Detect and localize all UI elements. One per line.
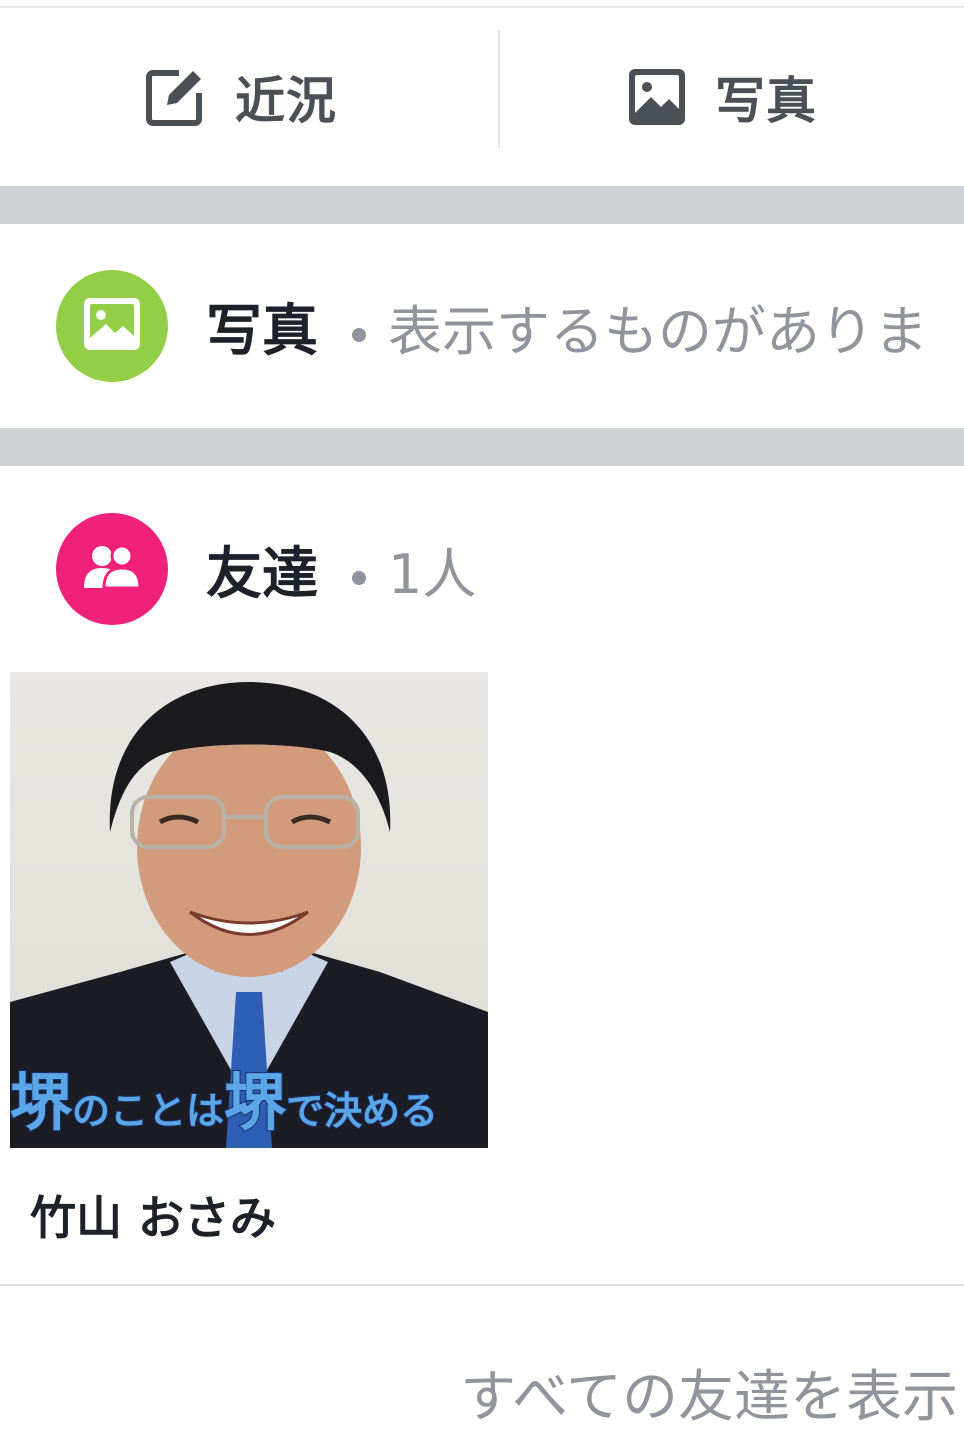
caption-part: 堺 xyxy=(10,1066,73,1139)
caption-part: 堺 xyxy=(223,1066,287,1139)
photo-button-label: 写真 xyxy=(715,72,817,130)
separator-dot xyxy=(352,570,366,585)
photos-section-header[interactable]: 写真 表示するものがありま xyxy=(0,268,964,384)
photo-button[interactable]: 写真 xyxy=(482,8,964,186)
people-icon xyxy=(82,544,142,594)
caption-part: のことは xyxy=(71,1089,225,1133)
status-button-label: 近況 xyxy=(235,72,337,130)
section-separator xyxy=(0,186,964,224)
photos-section-title: 写真 xyxy=(206,298,318,364)
action-divider xyxy=(498,30,500,148)
section-separator xyxy=(0,428,964,466)
status-button[interactable]: 近況 xyxy=(0,8,482,186)
caption-part: で決める xyxy=(285,1089,439,1133)
friends-section-count: 1人 xyxy=(326,530,476,609)
friend-name[interactable]: 竹山 おさみ xyxy=(30,1182,276,1248)
friends-section-icon xyxy=(56,513,168,625)
friends-count-text: 1人 xyxy=(388,542,477,606)
edit-icon xyxy=(145,67,205,127)
friend-card[interactable]: 堺 のことは 堺 で決める 竹山 おさみ xyxy=(10,672,488,1245)
photo-caption-overlay: 堺 のことは 堺 で決める xyxy=(10,1062,488,1139)
photos-section-icon xyxy=(56,270,168,382)
image-icon xyxy=(629,69,685,125)
photos-section-subtitle: 表示するものがありま xyxy=(326,287,928,366)
friends-section-header[interactable]: 友達 1人 xyxy=(0,512,964,626)
separator-dot xyxy=(352,327,366,342)
composer-action-bar: 近況 写真 xyxy=(0,8,964,186)
see-all-friends-link[interactable]: すべての友達を表示 xyxy=(460,1352,958,1433)
footer-divider xyxy=(0,1284,964,1286)
photos-empty-text: 表示するものがありま xyxy=(388,299,928,363)
friends-section-title: 友達 xyxy=(206,541,318,607)
image-icon xyxy=(84,298,140,354)
friend-profile-photo[interactable]: 堺 のことは 堺 で決める xyxy=(10,672,488,1148)
